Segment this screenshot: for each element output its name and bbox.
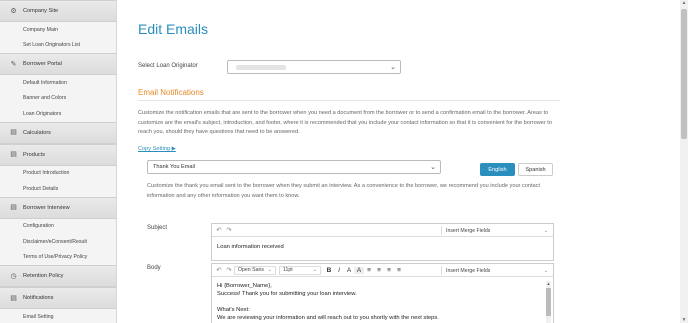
sidebar-section-notifications[interactable]: ▤ Notifications (0, 287, 116, 309)
sidebar-item-loan-originators[interactable]: Loan Originators (0, 106, 116, 122)
align-right-icon[interactable]: ≡ (384, 267, 394, 274)
sidebar-section-borrower-portal[interactable]: ✎ Borrower Portal (0, 53, 116, 75)
body-line (217, 298, 542, 306)
scroll-down-icon[interactable]: ▼ (680, 317, 688, 323)
document-icon: ▤ (10, 151, 17, 158)
redacted-value (236, 65, 286, 70)
chevron-down-icon: ⌄ (312, 267, 317, 273)
font-size-select[interactable]: 11pt ⌄ (279, 265, 321, 275)
body-line: Success! Thank you for submitting your l… (217, 291, 357, 297)
body-scrollbar[interactable]: ▲ (546, 281, 551, 323)
sidebar-item-email-setting[interactable]: Email Setting (0, 309, 116, 323)
tab-spanish[interactable]: Spanish (518, 163, 553, 176)
bold-icon[interactable]: B (324, 267, 334, 274)
loan-originator-select[interactable]: ⌄ (227, 60, 401, 74)
merge-fields-label: Insert Merge Fields (446, 227, 491, 234)
subject-label: Subject (147, 225, 168, 231)
body-line: What's Next: (217, 307, 250, 313)
scroll-thumb[interactable] (681, 9, 687, 139)
gear-icon: ⚙ (10, 7, 17, 15)
chevron-down-icon: ⌄ (543, 227, 548, 234)
scroll-up-icon[interactable]: ▲ (680, 0, 688, 6)
scroll-up-icon[interactable]: ▲ (546, 281, 551, 286)
chevron-down-icon: ⌄ (390, 64, 396, 71)
body-content[interactable]: Hi {Borrower_Name}, Success! Thank you f… (217, 282, 542, 322)
sidebar-item-company-main[interactable]: Company Main (0, 22, 116, 38)
sidebar: ⚙ Company Site Company Main Set Loan Orig… (0, 0, 117, 323)
main-content: Edit Emails Select Loan Originator ⌄ Ema… (117, 0, 680, 323)
page: ⚙ Company Site Company Main Set Loan Orig… (0, 0, 688, 323)
body-label: Body (147, 265, 161, 271)
subject-toolbar: ↶ ↷ Insert Merge Fields ⌄ (212, 224, 553, 237)
subject-value[interactable]: Loan information received (217, 243, 284, 251)
font-family-select[interactable]: Open Sans ⌄ (234, 265, 276, 275)
sidebar-section-label: Borrower Portal (23, 61, 62, 67)
sidebar-item-default-information[interactable]: Default Information (0, 75, 116, 91)
merge-fields-label: Insert Merge Fields (446, 267, 491, 274)
undo-icon[interactable]: ↶ (214, 226, 224, 234)
tab-english[interactable]: English (480, 163, 515, 176)
select-lo-label: Select Loan Originator (138, 63, 198, 69)
sidebar-section-label: Company Site (23, 8, 59, 14)
sidebar-section-label: Borrower Interview (23, 204, 70, 211)
body-line: Hi {Borrower_Name}, (217, 283, 272, 289)
sidebar-item-terms-of-use[interactable]: Terms of Use/Privacy Policy (0, 250, 116, 266)
sidebar-section-calculators[interactable]: ▤ Calculators (0, 121, 116, 144)
sidebar-item-configuration[interactable]: Configuration (0, 219, 116, 235)
chevron-down-icon: ⌄ (267, 267, 272, 273)
section-title: Email Notifications (138, 88, 204, 97)
italic-icon[interactable]: I (334, 267, 344, 274)
copy-setting-link[interactable]: Copy Setting ▶ (138, 146, 176, 152)
document-icon: ▤ (10, 294, 17, 302)
email-description: Customize the thank you email sent to th… (147, 183, 541, 199)
page-title: Edit Emails (138, 21, 209, 37)
sidebar-item-product-details[interactable]: Product Details (0, 181, 116, 197)
page-scrollbar[interactable]: ▲ ▼ (680, 0, 688, 323)
sidebar-item-banner-colors[interactable]: Banner and Colors (0, 91, 116, 107)
sidebar-section-label: Products (23, 151, 46, 158)
insert-merge-fields-select[interactable]: Insert Merge Fields ⌄ (441, 226, 551, 235)
intro-text: Customize the notification emails that a… (138, 110, 552, 135)
text-color-icon[interactable]: A (344, 267, 354, 274)
scroll-thumb[interactable] (546, 288, 551, 316)
sidebar-section-label: Calculators (23, 129, 51, 136)
clock-icon: ◷ (10, 272, 17, 280)
body-toolbar: ↶ ↷ Open Sans ⌄ 11pt ⌄ B I A A ≡ ≡ ≡ ≡ Ins… (212, 264, 553, 277)
sidebar-section-label: Notifications (23, 295, 54, 301)
sidebar-section-retention-policy[interactable]: ◷ Retention Policy (0, 265, 116, 287)
chevron-down-icon: ⌄ (430, 164, 436, 171)
chevron-down-icon: ⌄ (543, 267, 548, 274)
align-justify-icon[interactable]: ≡ (394, 267, 404, 274)
body-editor[interactable]: ↶ ↷ Open Sans ⌄ 11pt ⌄ B I A A ≡ ≡ ≡ ≡ Ins… (211, 263, 554, 323)
email-type-select[interactable]: Thank You Email ⌄ (147, 160, 441, 174)
align-left-icon[interactable]: ≡ (364, 267, 374, 274)
highlight-color-icon[interactable]: A (354, 266, 364, 274)
divider (138, 100, 560, 101)
sidebar-section-company-site[interactable]: ⚙ Company Site (0, 0, 116, 22)
subject-editor[interactable]: ↶ ↷ Insert Merge Fields ⌄ Loan informatio… (211, 223, 554, 261)
document-icon: ▤ (10, 204, 17, 211)
sidebar-section-products[interactable]: ▤ Products (0, 143, 116, 166)
wrench-icon: ✎ (10, 60, 17, 68)
insert-merge-fields-select[interactable]: Insert Merge Fields ⌄ (441, 266, 551, 275)
email-type-value: Thank You Email (153, 164, 195, 170)
sidebar-item-set-lo-list[interactable]: Set Loan Originators List (0, 38, 116, 54)
undo-icon[interactable]: ↶ (214, 266, 224, 274)
redo-icon[interactable]: ↷ (224, 266, 234, 274)
redo-icon[interactable]: ↷ (224, 226, 234, 234)
sidebar-item-disclaimer[interactable]: Disclaimer/eConsent/Result (0, 234, 116, 250)
sidebar-section-label: Retention Policy (23, 273, 64, 279)
document-icon: ▤ (10, 129, 17, 136)
sidebar-section-borrower-interview[interactable]: ▤ Borrower Interview (0, 196, 116, 219)
font-size-value: 11pt (283, 267, 293, 273)
sidebar-item-product-introduction[interactable]: Product Introduction (0, 166, 116, 182)
font-family-value: Open Sans (238, 267, 264, 273)
body-line: We are reviewing your information and wi… (217, 315, 439, 321)
align-center-icon[interactable]: ≡ (374, 267, 384, 274)
